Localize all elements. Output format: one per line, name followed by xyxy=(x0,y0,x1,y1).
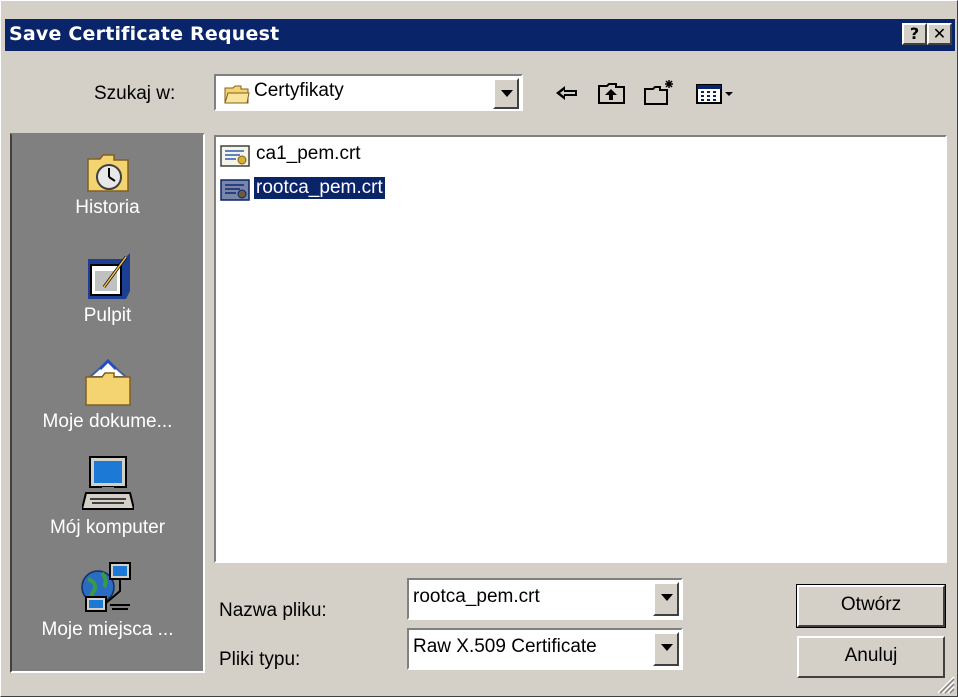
resize-grip-icon[interactable] xyxy=(935,674,955,694)
my-computer-icon xyxy=(81,456,134,510)
place-label: Moje dokume... xyxy=(42,411,173,432)
place-label: Mój komputer xyxy=(49,517,166,538)
desktop-icon xyxy=(87,253,130,299)
file-name: rootca_pem.crt xyxy=(253,176,386,200)
filetype-value: Raw X.509 Certificate xyxy=(413,636,597,657)
places-bar: Historia Pulpit Moje dokume... Mój kompu… xyxy=(10,133,205,673)
views-menu-icon[interactable] xyxy=(694,77,740,109)
up-folder-icon[interactable] xyxy=(596,77,628,109)
network-places-icon xyxy=(80,562,131,612)
lookin-value: Certyfikaty xyxy=(254,80,344,101)
lookin-dropdown-button[interactable] xyxy=(493,78,519,109)
open-button[interactable]: Otwórz xyxy=(796,584,946,628)
filename-value[interactable]: rootca_pem.crt xyxy=(413,586,540,608)
cancel-button[interactable]: Anuluj xyxy=(797,636,945,678)
lookin-label: Szukaj w: xyxy=(94,83,176,104)
place-label: Pulpit xyxy=(83,305,132,326)
place-label: Moje miejsca ... xyxy=(41,619,174,640)
lookin-combo[interactable]: Certyfikaty xyxy=(214,74,523,111)
folder-icon xyxy=(224,85,250,104)
filetype-label: Pliki typu: xyxy=(219,649,301,670)
place-historia[interactable]: Historia xyxy=(12,147,203,219)
filename-combo[interactable]: rootca_pem.crt xyxy=(407,578,683,620)
filename-label: Nazwa pliku: xyxy=(219,600,327,621)
help-button[interactable]: ? xyxy=(902,23,927,45)
filename-dropdown-button[interactable] xyxy=(653,582,679,616)
close-button[interactable]: ✕ xyxy=(927,23,952,45)
new-folder-icon[interactable] xyxy=(642,77,676,109)
filetype-combo[interactable]: Raw X.509 Certificate xyxy=(407,628,683,670)
title-bar[interactable]: Save Certificate Request ? ✕ xyxy=(5,19,955,51)
filetype-dropdown-button[interactable] xyxy=(653,632,679,666)
certificate-icon xyxy=(220,179,250,201)
place-moje-miejsca[interactable]: Moje miejsca ... xyxy=(12,561,203,641)
place-moj-komputer[interactable]: Mój komputer xyxy=(12,455,203,539)
file-list[interactable]: ca1_pem.crt rootca_pem.crt xyxy=(214,135,947,563)
place-moje-dokumenty[interactable]: Moje dokume... xyxy=(12,357,203,433)
certificate-icon xyxy=(220,145,250,167)
history-icon xyxy=(86,154,129,192)
back-arrow-icon[interactable] xyxy=(553,77,581,109)
window-title: Save Certificate Request xyxy=(9,23,280,45)
place-pulpit[interactable]: Pulpit xyxy=(12,251,203,327)
file-name: ca1_pem.crt xyxy=(256,143,361,164)
save-dialog: Save Certificate Request ? ✕ Szukaj w: C… xyxy=(0,0,958,697)
my-documents-icon xyxy=(84,358,131,406)
place-label: Historia xyxy=(75,197,140,218)
